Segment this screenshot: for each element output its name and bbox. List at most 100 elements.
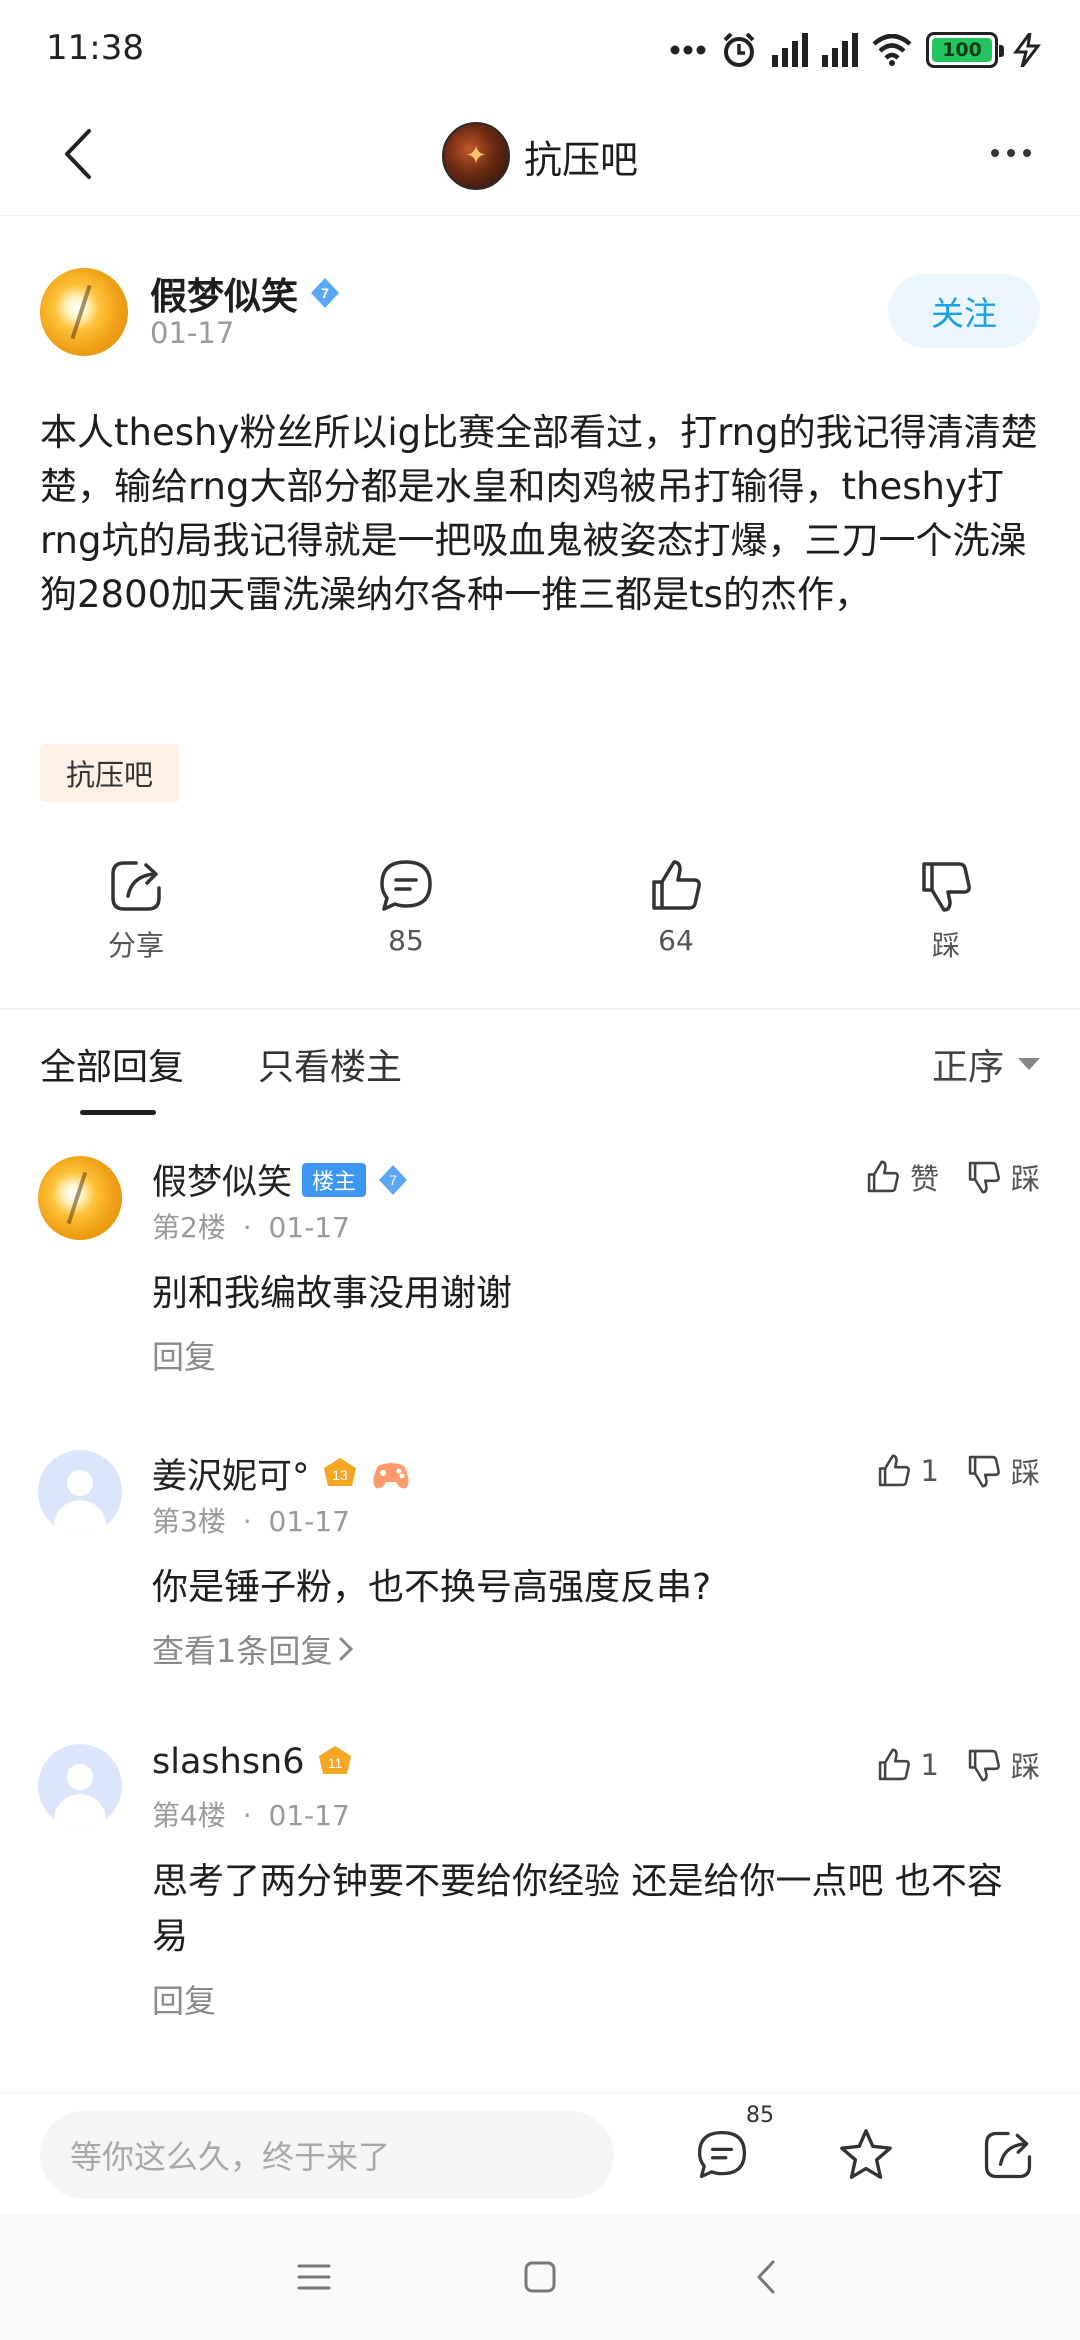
reply-tabs: 全部回复 只看楼主 正序 — [0, 1010, 1080, 1120]
comment-actions: 1 踩 — [875, 1450, 1040, 1492]
thumbs-up-icon — [878, 1454, 910, 1487]
like-count: 1 — [920, 1748, 939, 1782]
floor-number: 第3楼 — [152, 1505, 226, 1538]
level-badge-icon: 11 — [318, 1746, 351, 1774]
floor-number: 第4楼 — [152, 1799, 226, 1832]
status-bar: 11:38 100 — [0, 0, 1080, 100]
commenter-name[interactable]: slashsn6 — [152, 1742, 305, 1782]
battery-icon: 100 — [926, 32, 1004, 68]
reply-input[interactable]: 等你这么久，终于来了 — [40, 2111, 614, 2199]
comment-text: 思考了两分钟要不要给你经验 还是给你一点吧 也不容易 — [152, 1861, 1003, 1957]
post-author[interactable]: 假梦似笑 7 — [150, 266, 342, 320]
comment-count: 85 — [388, 924, 424, 957]
comment-meta: 第2楼 · 01-17 — [152, 1206, 350, 1246]
dislike-label: 踩 — [1010, 1456, 1040, 1490]
like-label: 赞 — [909, 1162, 939, 1196]
share-label: 分享 — [107, 929, 164, 962]
more-dot-icon — [991, 149, 999, 157]
like-count: 64 — [658, 924, 694, 957]
sort-label: 正序 — [931, 1047, 1004, 1088]
level-badge-icon: 13 — [323, 1457, 356, 1486]
thumbs-down-icon — [968, 1749, 1000, 1782]
reply-link[interactable]: 回复 — [152, 1976, 216, 2022]
bottom-bar: 等你这么久，终于来了 85 — [0, 2092, 1080, 2214]
share-icon — [111, 861, 161, 911]
thumbs-up-icon — [878, 1748, 910, 1781]
charging-icon — [1013, 33, 1042, 67]
author-name: 假梦似笑 — [150, 275, 298, 318]
forum-header[interactable]: ✦ 抗压吧 — [0, 122, 1080, 190]
system-back-button[interactable] — [736, 2252, 796, 2302]
system-navigation — [0, 2214, 1080, 2340]
comments-count-badge: 85 — [746, 2103, 774, 2128]
comment-actions: 赞 踩 — [864, 1156, 1040, 1198]
comment-meta: 第4楼 · 01-17 — [152, 1794, 350, 1834]
comment-dislike-button[interactable]: 踩 — [965, 1156, 1040, 1198]
sort-dropdown[interactable]: 正序 — [932, 1038, 1040, 1090]
author-avatar[interactable] — [40, 268, 128, 356]
meta-separator: · — [242, 1799, 252, 1832]
tab-all-replies[interactable]: 全部回复 — [40, 1038, 184, 1090]
view-replies-link[interactable]: 查看1条回复 — [152, 1626, 354, 1672]
commenter-header: 姜沢妮可° 13 — [152, 1448, 412, 1499]
comment-text: 别和我编故事没用谢谢 — [152, 1273, 513, 1314]
wifi-icon — [872, 34, 912, 66]
comment-dislike-button[interactable]: 踩 — [965, 1450, 1040, 1492]
floor-number: 第2楼 — [152, 1211, 226, 1244]
comment-like-button[interactable]: 1 — [875, 1746, 939, 1784]
commenter-name[interactable]: 假梦似笑 — [152, 1154, 292, 1205]
reply-link[interactable]: 回复 — [152, 1332, 216, 1378]
level-badge-icon: 7 — [379, 1164, 408, 1195]
tab-owner-only[interactable]: 只看楼主 — [258, 1038, 402, 1090]
commenter-header: slashsn6 11 — [152, 1742, 355, 1782]
commenter-avatar[interactable] — [38, 1744, 122, 1828]
dislike-button[interactable]: 踩 — [876, 856, 1016, 964]
level-number: 7 — [389, 1172, 397, 1188]
level-number: 13 — [332, 1467, 348, 1483]
share-button-bottom[interactable] — [976, 2123, 1040, 2187]
comment-icon — [697, 2130, 747, 2179]
level-number: 11 — [327, 1755, 342, 1771]
commenter-name[interactable]: 姜沢妮可° — [152, 1448, 310, 1499]
triangle-back-icon — [757, 2260, 775, 2294]
owner-badge: 楼主 — [302, 1162, 367, 1197]
comment-date: 01-17 — [268, 1211, 350, 1244]
comment-item: slashsn6 11 第4楼 · 01-17 1 踩 思考了两分钟要不要给你经… — [0, 1742, 1080, 2020]
more-dot-icon — [1023, 149, 1031, 157]
meta-separator: · — [242, 1211, 252, 1244]
home-button[interactable] — [510, 2252, 570, 2302]
share-button[interactable]: 分享 — [66, 856, 206, 964]
comment-icon — [380, 860, 432, 911]
favorite-button[interactable] — [834, 2123, 898, 2187]
more-dot-icon — [1007, 149, 1015, 157]
recent-apps-button[interactable] — [284, 2252, 344, 2302]
thumbs-down-icon — [968, 1161, 1000, 1194]
post-body: 本人theshy粉丝所以ig比赛全部看过，打rng的我记得清清楚楚，输给rng大… — [40, 411, 1038, 616]
follow-button[interactable]: 关注 — [888, 274, 1040, 348]
thumbs-down-icon — [968, 1455, 1000, 1488]
forum-tag[interactable]: 抗压吧 — [40, 744, 180, 802]
tab-underline — [80, 1110, 156, 1115]
more-options-button[interactable] — [976, 128, 1046, 178]
gamepad-icon — [372, 1462, 409, 1488]
commenter-avatar[interactable] — [38, 1450, 122, 1534]
comment-like-button[interactable]: 赞 — [864, 1156, 939, 1198]
forum-avatar: ✦ — [441, 122, 510, 190]
comments-button[interactable] — [690, 2123, 754, 2187]
like-button[interactable]: 64 — [606, 856, 746, 957]
comment-date: 01-17 — [268, 1505, 350, 1538]
commenter-header: 假梦似笑 楼主 7 — [152, 1154, 410, 1205]
commenter-avatar[interactable] — [38, 1156, 122, 1240]
dislike-label: 踩 — [1010, 1750, 1040, 1784]
battery-level: 100 — [942, 39, 982, 61]
menu-icon — [297, 2264, 331, 2290]
post-actions: 分享 85 64 踩 — [0, 856, 1080, 976]
comment-dislike-button[interactable]: 踩 — [965, 1744, 1040, 1786]
comment-like-button[interactable]: 1 — [875, 1452, 939, 1490]
comment-date: 01-17 — [268, 1799, 350, 1832]
more-notifications-icon — [670, 45, 706, 55]
meta-separator: · — [242, 1505, 252, 1538]
like-count: 1 — [920, 1454, 939, 1488]
comment-button[interactable]: 85 — [336, 856, 476, 957]
signal-2-icon — [822, 33, 858, 67]
